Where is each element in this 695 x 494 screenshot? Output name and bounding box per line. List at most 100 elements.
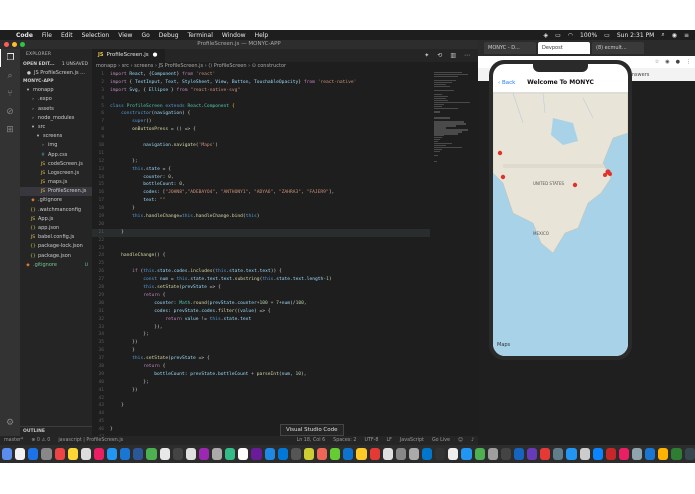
- dock-app-icon[interactable]: [500, 448, 511, 460]
- menu-go[interactable]: Go: [141, 32, 149, 39]
- dropbox-icon[interactable]: ◈: [543, 32, 548, 39]
- menu-edit[interactable]: Edit: [61, 32, 73, 39]
- encoding[interactable]: UTF-8: [364, 438, 378, 443]
- dock-app-icon[interactable]: [80, 448, 91, 460]
- dock-app-icon[interactable]: [54, 448, 65, 460]
- dock-app-icon[interactable]: [632, 448, 643, 460]
- dock-app-icon[interactable]: [343, 448, 354, 460]
- project-section[interactable]: MONYC-APP: [20, 78, 92, 86]
- tree-item[interactable]: {} package.json: [20, 252, 92, 261]
- split-editor-icon[interactable]: ▥: [450, 52, 456, 59]
- language-info[interactable]: javascript | ProfileScreen.js: [58, 438, 123, 443]
- menu-selection[interactable]: Selection: [82, 32, 110, 39]
- close-window-button[interactable]: [4, 42, 9, 47]
- tree-item[interactable]: {} app.json: [20, 224, 92, 233]
- tree-item[interactable]: JS codeScreen.js: [20, 160, 92, 169]
- dock-app-icon[interactable]: [212, 448, 223, 460]
- browser-tab-devpost[interactable]: Devpost: [538, 42, 590, 54]
- outline-section[interactable]: OUTLINE: [20, 426, 92, 436]
- tree-item[interactable]: ◆ .gitignore U: [20, 261, 92, 270]
- tree-item[interactable]: ▾ src: [20, 123, 92, 132]
- problems-indicator[interactable]: ⊗ 0 ⚠ 0: [31, 438, 50, 443]
- map-pin-3[interactable]: [572, 182, 578, 188]
- compare-icon[interactable]: ⟲: [437, 52, 442, 59]
- line-ending[interactable]: LF: [386, 438, 391, 443]
- map-view[interactable]: UNITED STATES MEXICO Maps: [493, 92, 628, 356]
- tree-item[interactable]: › .expo: [20, 95, 92, 104]
- dock-app-icon[interactable]: [540, 448, 551, 460]
- dock-app-icon[interactable]: [382, 448, 393, 460]
- extension-icon[interactable]: ◉: [665, 59, 669, 65]
- dock-app-icon[interactable]: [159, 448, 170, 460]
- debug-icon[interactable]: ⊘: [0, 103, 20, 121]
- tree-item[interactable]: JS babel.config.js: [20, 233, 92, 242]
- dock-app-icon[interactable]: [553, 448, 564, 460]
- wifi-icon[interactable]: ◠: [568, 32, 573, 39]
- tree-item[interactable]: {} .watchmanconfig: [20, 206, 92, 215]
- bell-icon[interactable]: ♪: [471, 438, 478, 443]
- dock-app-icon[interactable]: [185, 448, 196, 460]
- minimize-window-button[interactable]: [12, 42, 17, 47]
- tree-item[interactable]: JS ProfileScreen.js: [20, 187, 92, 197]
- settings-gear-icon[interactable]: ⚙: [0, 414, 20, 432]
- tree-item[interactable]: {} package-lock.json: [20, 242, 92, 251]
- dock-app-icon[interactable]: [356, 448, 367, 460]
- go-live-button[interactable]: Go Live: [432, 438, 450, 443]
- indentation[interactable]: Spaces: 2: [333, 438, 356, 443]
- dock-app-icon[interactable]: [618, 448, 629, 460]
- kebab-menu-icon[interactable]: ⋮: [686, 59, 691, 65]
- smiley-icon[interactable]: ☺: [458, 438, 463, 443]
- dock-app-icon[interactable]: [303, 448, 314, 460]
- dock-app-icon[interactable]: [317, 448, 328, 460]
- tree-item[interactable]: JS maps.js: [20, 178, 92, 187]
- dock-app-icon[interactable]: [290, 448, 301, 460]
- menu-debug[interactable]: Debug: [159, 32, 179, 39]
- menu-list-icon[interactable]: ≡: [684, 32, 689, 39]
- dock-app-icon[interactable]: [133, 448, 144, 460]
- minimap[interactable]: [430, 71, 478, 331]
- open-editors-section[interactable]: OPEN EDIT... 1 UNSAVED: [20, 61, 92, 69]
- dock-app-icon[interactable]: [251, 448, 262, 460]
- dock-app-icon[interactable]: [67, 448, 78, 460]
- tree-item[interactable]: ▾ screens: [20, 132, 92, 141]
- code-editor[interactable]: 1 import React, {Component} from 'react' …: [92, 71, 430, 436]
- dock-app-icon[interactable]: [566, 448, 577, 460]
- battery-icon[interactable]: ▭: [604, 32, 610, 39]
- user-icon[interactable]: ◉: [672, 32, 677, 39]
- search-icon[interactable]: ⌕: [0, 67, 20, 85]
- more-icon[interactable]: ⋯: [464, 52, 470, 59]
- dock-app-icon[interactable]: [93, 448, 104, 460]
- dock-app-icon[interactable]: [2, 448, 13, 460]
- dock-app-icon[interactable]: [369, 448, 380, 460]
- dock-app-icon[interactable]: [198, 448, 209, 460]
- dock-app-icon[interactable]: [487, 448, 498, 460]
- browser-tab-monyc[interactable]: MONYC - D...: [484, 42, 536, 54]
- tree-item[interactable]: JS App.js: [20, 215, 92, 224]
- zoom-window-button[interactable]: [20, 42, 25, 47]
- menu-help[interactable]: Help: [255, 32, 269, 39]
- extensions-icon[interactable]: ⊞: [0, 121, 20, 139]
- map-pin-1[interactable]: [497, 150, 503, 156]
- dock-app-icon[interactable]: [146, 448, 157, 460]
- menu-view[interactable]: View: [118, 32, 132, 39]
- dock-app-icon[interactable]: [527, 448, 538, 460]
- menu-window[interactable]: Window: [222, 32, 246, 39]
- tree-item[interactable]: ◆ .gitignore: [20, 196, 92, 205]
- tree-item[interactable]: › node_modules: [20, 114, 92, 123]
- menu-file[interactable]: File: [42, 32, 52, 39]
- tree-item[interactable]: ▾ monapp: [20, 86, 92, 95]
- dock-app-icon[interactable]: [330, 448, 341, 460]
- tree-item[interactable]: JS Logscreen.js: [20, 169, 92, 178]
- tree-item[interactable]: › img: [20, 141, 92, 150]
- account-icon[interactable]: ●: [676, 59, 680, 65]
- open-editor-item[interactable]: ● JS ProfileScreen.js ...: [20, 69, 92, 78]
- dock-app-icon[interactable]: [592, 448, 603, 460]
- dock-app-icon[interactable]: [107, 448, 118, 460]
- map-pin-2[interactable]: [500, 174, 506, 180]
- dock-app-icon[interactable]: [579, 448, 590, 460]
- dock-app-icon[interactable]: [28, 448, 39, 460]
- dock-app-icon[interactable]: [435, 448, 446, 460]
- dock-app-icon[interactable]: [461, 448, 472, 460]
- tree-item[interactable]: › assets: [20, 105, 92, 114]
- dock-app-icon[interactable]: [395, 448, 406, 460]
